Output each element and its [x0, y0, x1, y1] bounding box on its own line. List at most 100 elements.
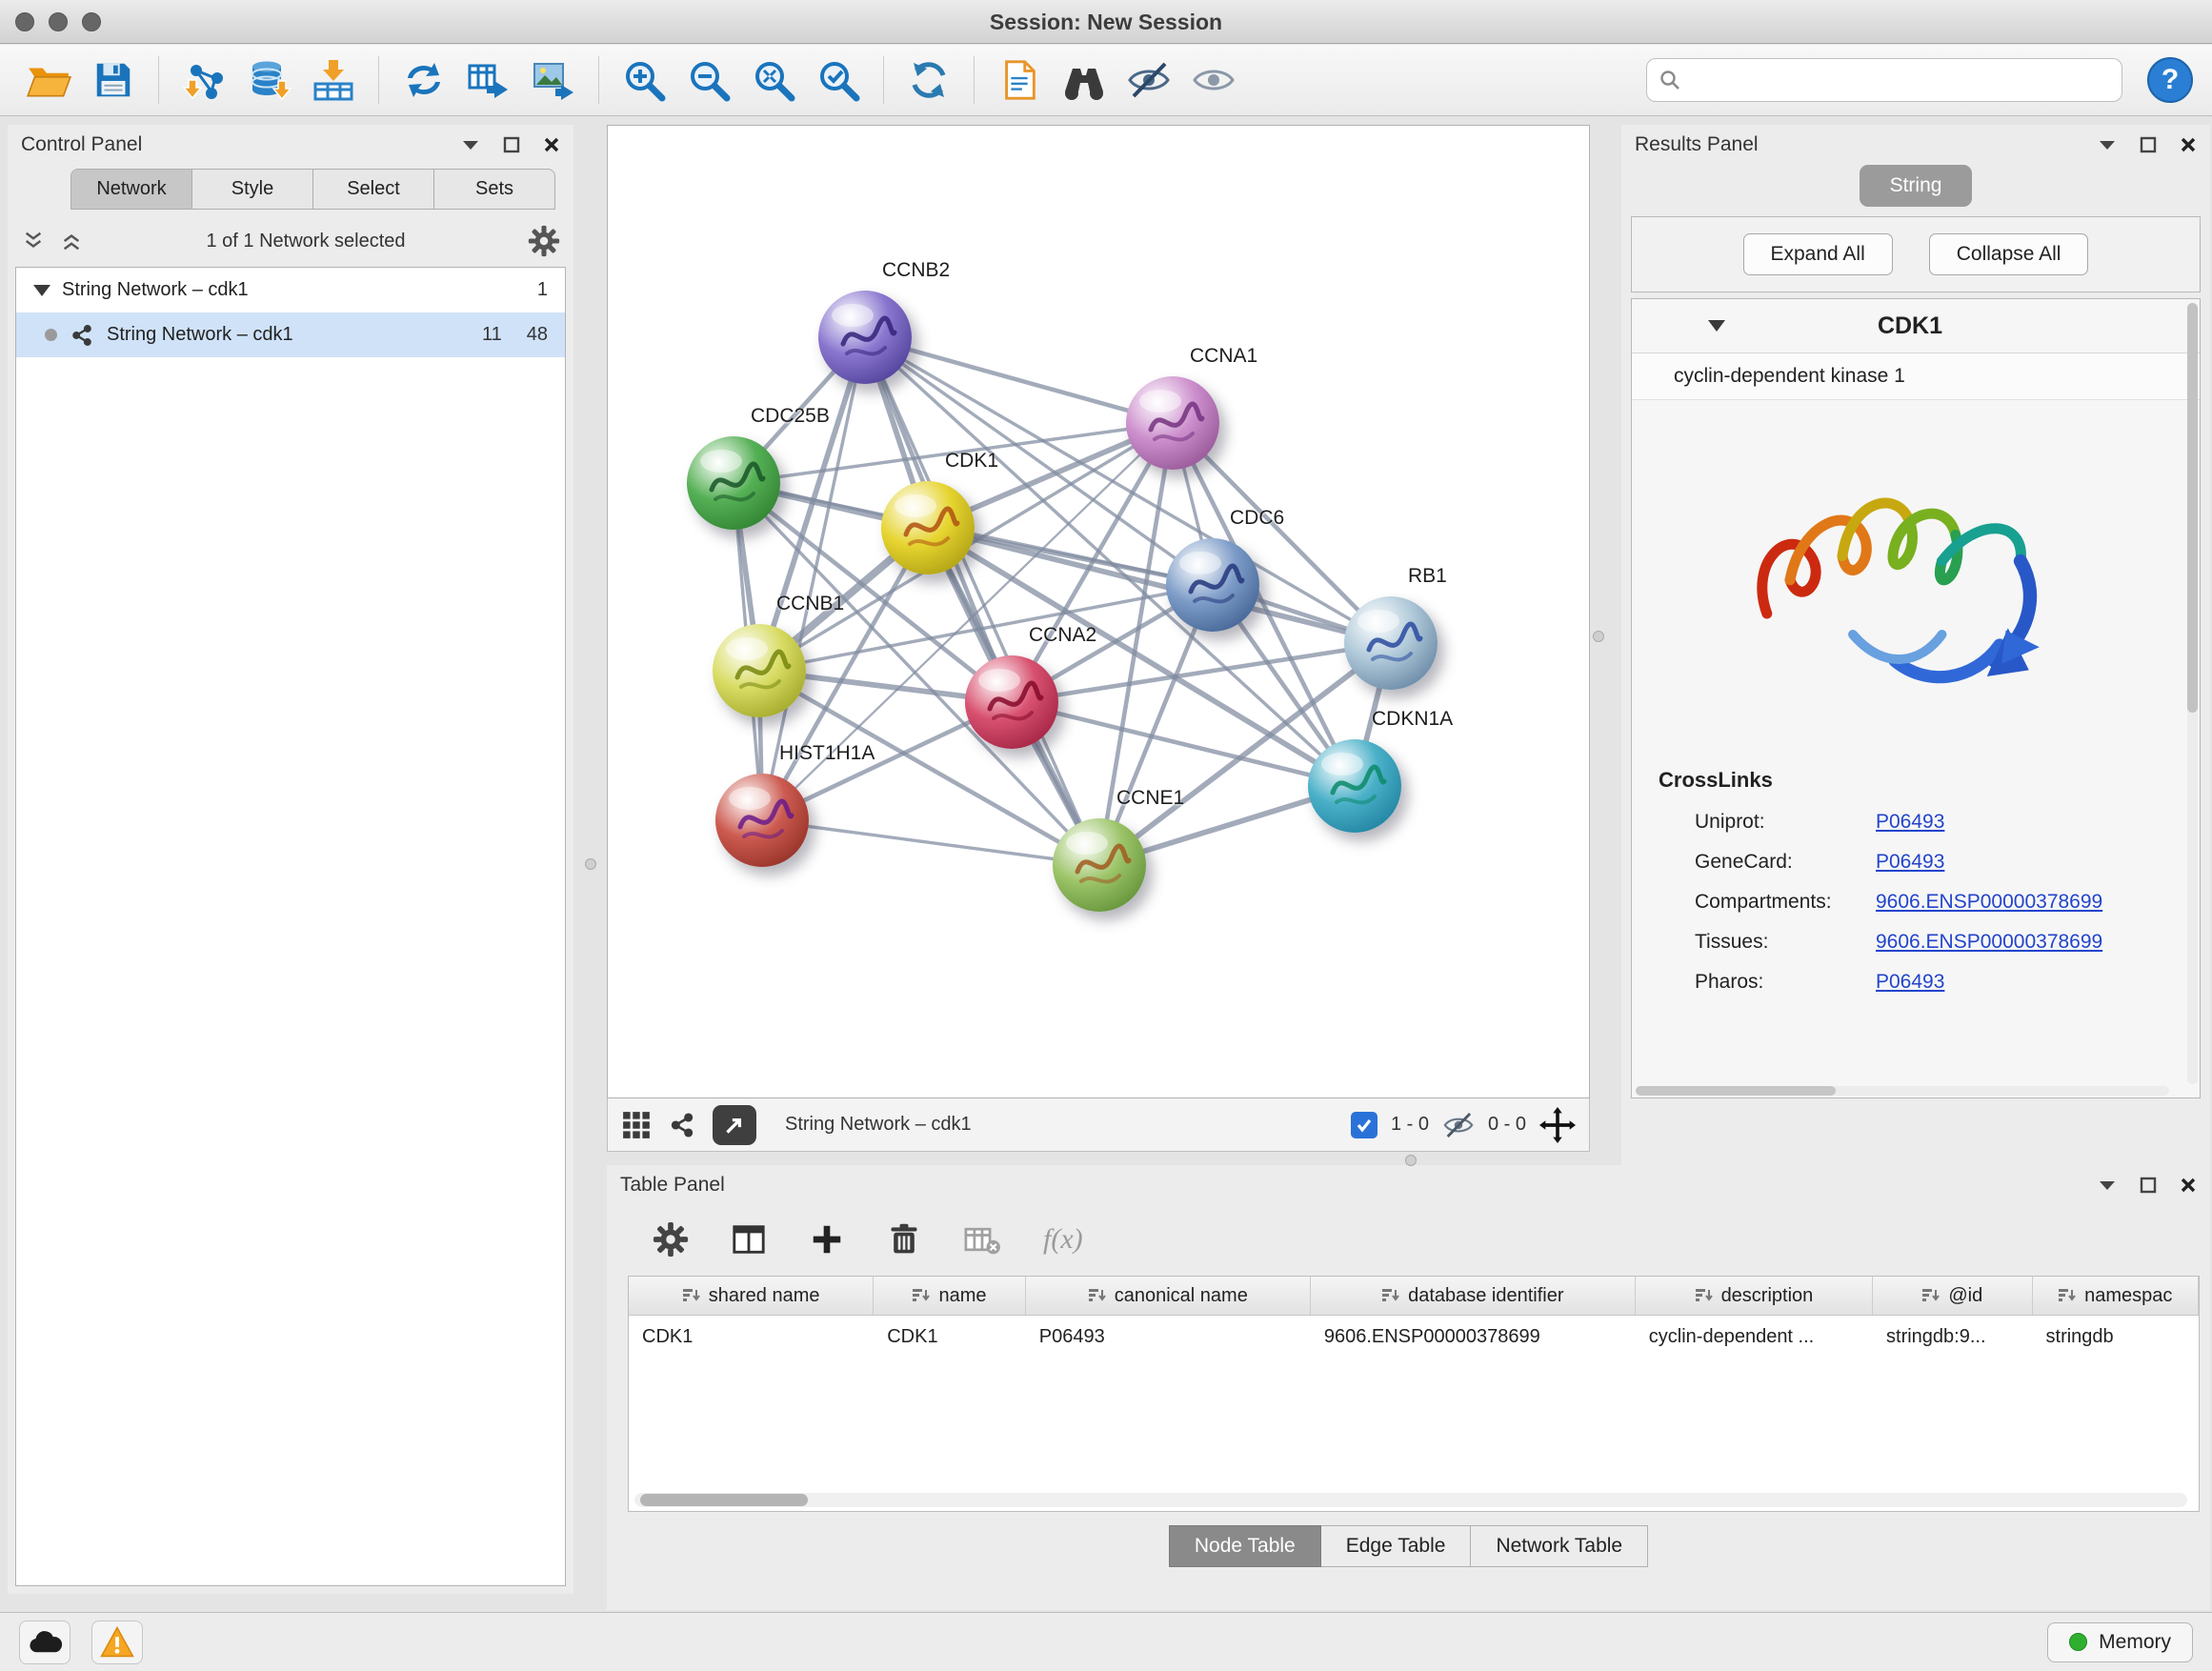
tab-node-table[interactable]: Node Table: [1169, 1525, 1321, 1567]
table-cell[interactable]: CDK1: [629, 1316, 874, 1358]
float-panel-icon[interactable]: [2140, 136, 2157, 153]
network-node-CCNE1[interactable]: [1053, 818, 1146, 912]
tab-select[interactable]: Select: [313, 169, 434, 210]
column-header-namespac[interactable]: namespac: [2033, 1277, 2199, 1315]
refresh-button[interactable]: [899, 50, 958, 110]
tab-edge-table[interactable]: Edge Table: [1321, 1525, 1472, 1567]
crosslink-link[interactable]: 9606.ENSP00000378699: [1876, 931, 2102, 954]
tab-network-table[interactable]: Network Table: [1471, 1525, 1648, 1567]
collapse-all-button[interactable]: Collapse All: [1929, 233, 2089, 275]
network-node-CDKN1A[interactable]: [1308, 739, 1401, 833]
crosslink-link[interactable]: P06493: [1876, 971, 1944, 994]
memory-button[interactable]: Memory: [2047, 1622, 2193, 1662]
column-header-canonical-name[interactable]: canonical name: [1026, 1277, 1311, 1315]
zoom-selected-button[interactable]: [809, 50, 868, 110]
search-box[interactable]: [1646, 58, 2122, 102]
network-node-RB1[interactable]: [1344, 596, 1438, 690]
search-input[interactable]: [1689, 69, 2110, 92]
tab-network[interactable]: Network: [70, 169, 192, 210]
tree-caret-icon[interactable]: [33, 285, 50, 296]
results-tab-string[interactable]: String: [1860, 165, 1972, 207]
network-collection-row[interactable]: String Network – cdk1 1: [16, 268, 565, 312]
hidden-eye-slash-icon[interactable]: [1442, 1109, 1475, 1141]
network-node-CDK1[interactable]: [881, 481, 975, 574]
network-cycle-button[interactable]: [394, 50, 453, 110]
network-node-CCNA2[interactable]: [965, 655, 1058, 749]
crosslink-link[interactable]: P06493: [1876, 811, 1944, 834]
left-splitter-handle[interactable]: [585, 858, 596, 870]
crosslink-link[interactable]: 9606.ENSP00000378699: [1876, 891, 2102, 914]
zoom-fit-button[interactable]: [744, 50, 803, 110]
results-horizontal-scrollbar[interactable]: [1636, 1086, 2169, 1096]
tab-sets[interactable]: Sets: [434, 169, 555, 210]
open-session-button[interactable]: [19, 50, 78, 110]
network-row[interactable]: String Network – cdk1 11 48: [16, 312, 565, 357]
hide-graphics-button[interactable]: [1119, 50, 1178, 110]
network-node-CDC25B[interactable]: [687, 436, 780, 530]
save-session-button[interactable]: [84, 50, 143, 110]
float-panel-icon[interactable]: [503, 136, 520, 153]
column-header-name[interactable]: name: [874, 1277, 1026, 1315]
column-header-database-identifier[interactable]: database identifier: [1311, 1277, 1636, 1315]
find-button[interactable]: [1055, 50, 1114, 110]
table-cell[interactable]: stringdb: [2033, 1316, 2199, 1358]
expand-all-button[interactable]: Expand All: [1743, 233, 1893, 275]
network-node-HIST1H1A[interactable]: [715, 774, 809, 867]
panel-menu-icon[interactable]: [2098, 138, 2117, 151]
close-panel-icon[interactable]: [2180, 136, 2197, 153]
export-image-button[interactable]: [524, 50, 583, 110]
gene-collapse-caret-icon[interactable]: [1708, 320, 1725, 332]
delete-column-trash-icon[interactable]: [887, 1222, 921, 1257]
table-settings-gear-icon[interactable]: [653, 1221, 689, 1258]
import-network-database-button[interactable]: [239, 50, 298, 110]
table-cell[interactable]: 9606.ENSP00000378699: [1311, 1316, 1636, 1358]
column-header--id[interactable]: @id: [1873, 1277, 2033, 1315]
collapse-all-icon[interactable]: [21, 231, 46, 252]
cloud-status-button[interactable]: [19, 1621, 70, 1664]
table-cell[interactable]: P06493: [1026, 1316, 1311, 1358]
import-network-file-button[interactable]: [174, 50, 233, 110]
expand-all-icon[interactable]: [59, 231, 84, 252]
right-splitter-handle[interactable]: [1593, 631, 1604, 642]
tab-style[interactable]: Style: [192, 169, 313, 210]
minimize-window-button[interactable]: [49, 12, 68, 31]
float-panel-icon[interactable]: [2140, 1177, 2157, 1194]
open-in-new-window-button[interactable]: [713, 1105, 756, 1145]
panel-menu-icon[interactable]: [461, 138, 480, 151]
results-vertical-scrollbar[interactable]: [2187, 303, 2198, 1084]
network-options-gear-icon[interactable]: [528, 225, 560, 257]
zoom-window-button[interactable]: [82, 12, 101, 31]
selected-checkbox-icon[interactable]: [1351, 1112, 1377, 1138]
function-builder-button[interactable]: f(x): [1043, 1223, 1083, 1256]
gene-card-header[interactable]: CDK1: [1632, 299, 2200, 353]
column-header-shared-name[interactable]: shared name: [629, 1277, 874, 1315]
add-column-icon[interactable]: [809, 1221, 845, 1258]
show-graphics-button[interactable]: [1184, 50, 1243, 110]
zoom-in-button[interactable]: [614, 50, 674, 110]
help-button[interactable]: ?: [2147, 57, 2193, 103]
close-panel-icon[interactable]: [543, 136, 560, 153]
table-cell[interactable]: CDK1: [874, 1316, 1026, 1358]
panel-menu-icon[interactable]: [2098, 1178, 2117, 1192]
column-header-description[interactable]: description: [1636, 1277, 1873, 1315]
zoom-out-button[interactable]: [679, 50, 738, 110]
table-cell[interactable]: stringdb:9...: [1873, 1316, 2033, 1358]
bottom-splitter-handle[interactable]: [1405, 1155, 1417, 1166]
network-node-CDC6[interactable]: [1166, 538, 1259, 632]
network-view-share-icon[interactable]: [667, 1110, 697, 1140]
close-panel-icon[interactable]: [2180, 1177, 2197, 1194]
warnings-button[interactable]: [91, 1621, 143, 1664]
crosslink-link[interactable]: P06493: [1876, 851, 1944, 874]
annotation-button[interactable]: [990, 50, 1049, 110]
select-columns-icon[interactable]: [731, 1221, 767, 1258]
delete-table-icon[interactable]: [963, 1222, 1001, 1257]
table-row[interactable]: CDK1CDK1P064939606.ENSP00000378699cyclin…: [629, 1316, 2199, 1358]
pan-crosshair-icon[interactable]: [1539, 1107, 1576, 1143]
network-node-CCNA1[interactable]: [1126, 376, 1219, 470]
table-horizontal-scrollbar[interactable]: [634, 1493, 2187, 1507]
network-node-CCNB2[interactable]: [818, 291, 912, 384]
grid-view-icon[interactable]: [621, 1110, 652, 1140]
network-view[interactable]: CCNB2CCNA1CDC25BCDK1CDC6RB1CCNB1CCNA2CDK…: [607, 125, 1590, 1098]
import-table-button[interactable]: [304, 50, 363, 110]
network-from-table-button[interactable]: [459, 50, 518, 110]
